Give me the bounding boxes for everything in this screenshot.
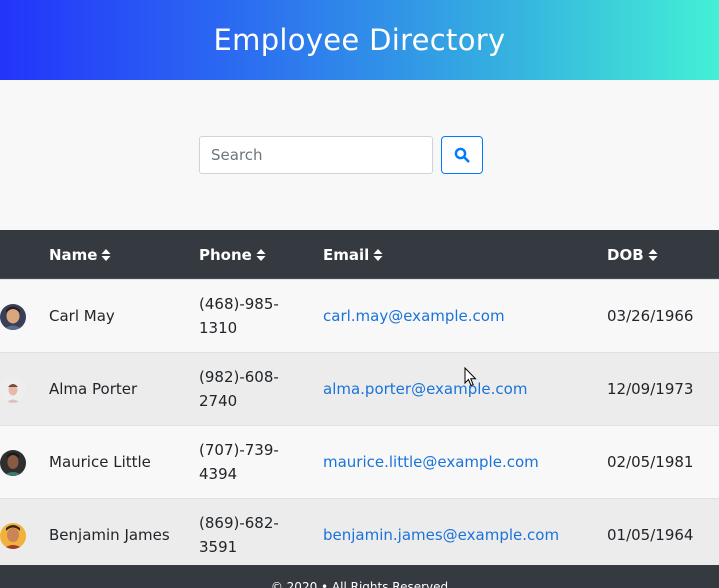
- employee-name: Benjamin James: [49, 526, 170, 544]
- avatar: [0, 450, 26, 476]
- employee-email-link[interactable]: maurice.little@example.com: [323, 426, 539, 498]
- page-footer: © 2020 • All Rights Reserved: [0, 565, 719, 588]
- employee-name: Carl May: [49, 307, 115, 325]
- mouse-cursor-icon: [464, 367, 477, 387]
- phone-line: (982)-608-: [199, 368, 279, 386]
- search-icon: [454, 147, 470, 163]
- column-header-email[interactable]: Email: [323, 230, 383, 279]
- avatar: [0, 523, 26, 549]
- search-bar: [0, 136, 719, 174]
- employee-dob: 01/05/1964: [607, 526, 694, 544]
- column-header-label: Name: [49, 245, 98, 264]
- sort-icon: [373, 248, 383, 262]
- column-header-label: Phone: [199, 245, 252, 264]
- column-header-dob[interactable]: DOB: [607, 230, 658, 279]
- phone-line: 4394: [199, 465, 238, 483]
- employee-dob: 02/05/1981: [607, 453, 694, 471]
- employee-phone: (707)-739- 4394: [199, 426, 289, 498]
- footer-text: © 2020 • All Rights Reserved: [270, 580, 449, 588]
- employee-email-link[interactable]: carl.may@example.com: [323, 280, 505, 352]
- employee-phone: (468)-985- 1310: [199, 280, 289, 352]
- sort-icon: [648, 248, 658, 262]
- phone-line: (707)-739-: [199, 441, 279, 459]
- table-header: Name Phone Email DOB: [0, 230, 719, 279]
- employee-phone: (982)-608- 2740: [199, 353, 289, 425]
- sort-icon: [256, 248, 266, 262]
- employee-name: Alma Porter: [49, 380, 138, 398]
- column-header-label: Email: [323, 245, 370, 264]
- phone-line: 2740: [199, 392, 238, 410]
- avatar: [0, 304, 26, 330]
- column-header-name[interactable]: Name: [49, 230, 111, 279]
- search-button[interactable]: [441, 136, 483, 174]
- column-header-label: DOB: [607, 245, 644, 264]
- phone-line: 1310: [199, 319, 238, 337]
- search-input[interactable]: [199, 136, 433, 174]
- employee-email-link[interactable]: benjamin.james@example.com: [323, 499, 559, 571]
- table-row: Benjamin James (869)-682- 3591 benjamin.j…: [0, 498, 719, 571]
- table-row: Carl May (468)-985- 1310 carl.may@example…: [0, 279, 719, 352]
- employee-email-link[interactable]: alma.porter@example.com: [323, 353, 527, 425]
- column-header-phone[interactable]: Phone: [199, 230, 266, 279]
- avatar: [0, 377, 26, 403]
- sort-icon: [101, 248, 111, 262]
- table-row: Maurice Little (707)-739- 4394 maurice.li…: [0, 425, 719, 498]
- employee-dob: 03/26/1966: [607, 307, 694, 325]
- table-row: Alma Porter (982)-608- 2740 alma.porter@e…: [0, 352, 719, 425]
- page-header: Employee Directory: [0, 0, 719, 80]
- phone-line: (468)-985-: [199, 295, 279, 313]
- page-title: Employee Directory: [213, 23, 506, 57]
- phone-line: (869)-682-: [199, 514, 279, 532]
- employee-name: Maurice Little: [49, 453, 151, 471]
- employee-table: Name Phone Email DOB Carl May (468)-985-…: [0, 230, 719, 571]
- employee-phone: (869)-682- 3591: [199, 499, 289, 571]
- phone-line: 3591: [199, 538, 238, 556]
- employee-dob: 12/09/1973: [607, 380, 694, 398]
